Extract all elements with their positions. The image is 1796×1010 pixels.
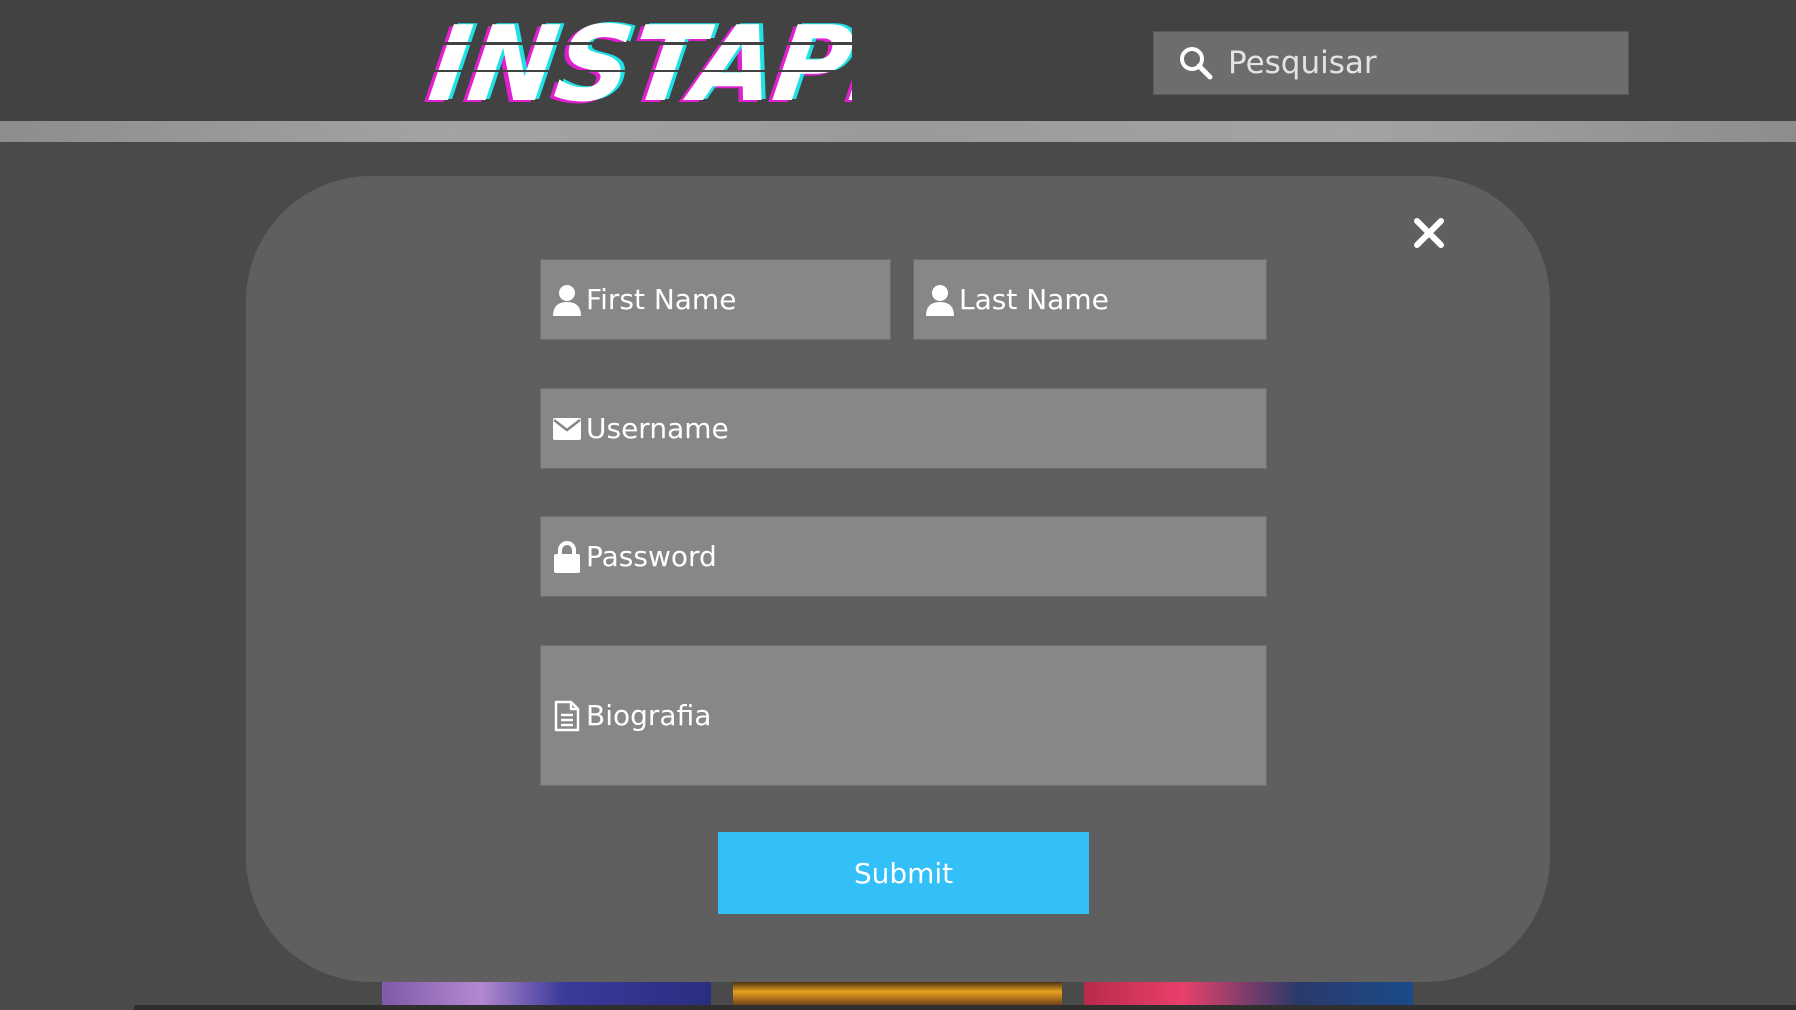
document-icon [552, 699, 582, 733]
envelope-icon [552, 412, 582, 446]
submit-button[interactable]: Submit [718, 832, 1089, 914]
first-name-field[interactable] [540, 259, 891, 340]
header-divider [0, 121, 1796, 142]
search-icon[interactable] [1178, 45, 1214, 81]
gallery-photo[interactable] [382, 980, 711, 1006]
user-icon [552, 283, 582, 317]
lock-icon [552, 540, 582, 574]
user-icon [925, 283, 955, 317]
close-icon[interactable] [1412, 216, 1446, 250]
bio-input[interactable] [586, 695, 1266, 736]
first-name-input[interactable] [586, 283, 890, 316]
gallery-photo[interactable] [733, 980, 1062, 1006]
gallery-photo[interactable] [1084, 980, 1413, 1006]
bio-field[interactable] [540, 645, 1267, 786]
username-field[interactable] [540, 388, 1267, 469]
search-input[interactable] [1228, 45, 1608, 81]
username-input[interactable] [586, 412, 1266, 445]
logo-text: INSTAPICS [423, 3, 852, 114]
password-input[interactable] [586, 540, 1266, 573]
password-field[interactable] [540, 516, 1267, 597]
search-bar[interactable] [1153, 31, 1629, 95]
last-name-input[interactable] [959, 283, 1266, 316]
header: INSTAPICS INSTAPICS INSTAPICS [0, 0, 1796, 121]
last-name-field[interactable] [913, 259, 1267, 340]
instapics-logo[interactable]: INSTAPICS INSTAPICS INSTAPICS [412, 2, 852, 114]
page-bottom-border [134, 1005, 1796, 1010]
